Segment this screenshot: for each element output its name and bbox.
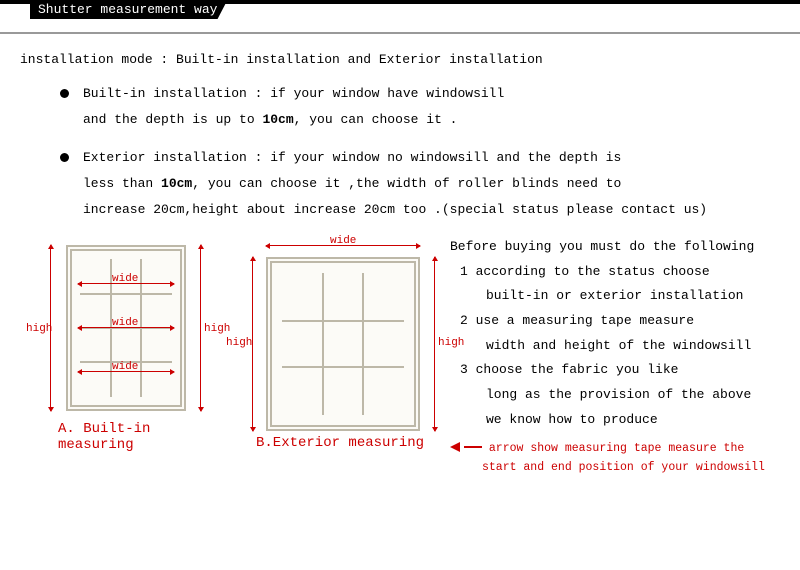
header-title-tab: Shutter measurement way <box>30 0 227 19</box>
content-area: installation mode : Built-in installatio… <box>0 34 800 478</box>
exterior-line2a: less than <box>83 176 161 191</box>
bullet-icon <box>60 153 69 162</box>
label-high-a-left: high <box>26 323 52 335</box>
step-2b: width and height of the windowsill <box>460 334 780 359</box>
label-wide-a-1: wide <box>112 273 138 285</box>
step-1b: built-in or exterior installation <box>460 284 780 309</box>
diagram-row: high high wide wide wide A. Built-in mea… <box>20 235 780 478</box>
label-wide-b: wide <box>330 235 356 247</box>
window-grid-b <box>282 273 404 415</box>
instructions-column: Before buying you must do the following … <box>450 235 780 478</box>
arrow-text-2: start and end position of your windowsil… <box>450 461 765 474</box>
dim-high-right-b <box>434 257 435 431</box>
bullet-icon <box>60 89 69 98</box>
diagram-a: high high wide wide wide A. Built-in mea… <box>30 235 230 478</box>
arrow-note: arrow show measuring tape measure the st… <box>450 439 780 478</box>
exterior-line2b: , you can choose it ,the width of roller… <box>192 176 621 191</box>
arrow-left-icon <box>450 442 460 452</box>
builtin-depth: 10cm <box>262 112 293 127</box>
label-wide-a-2: wide <box>112 317 138 329</box>
caption-b: B.Exterior measuring <box>256 435 424 451</box>
step-2: 2 use a measuring tape measure <box>460 309 780 334</box>
label-high-b-left: high <box>226 337 252 349</box>
label-wide-a-3: wide <box>112 361 138 373</box>
installation-mode-line: installation mode : Built-in installatio… <box>20 52 780 67</box>
exterior-line3: increase 20cm,height about increase 20cm… <box>60 197 780 223</box>
exterior-line1: Exterior installation : if your window n… <box>83 150 621 165</box>
builtin-line1: Built-in installation : if your window h… <box>83 86 504 101</box>
caption-a: A. Built-in measuring <box>58 421 230 453</box>
builtin-line2a: and the depth is up to <box>83 112 262 127</box>
window-frame-b <box>266 257 420 431</box>
step-1: 1 according to the status choose <box>460 260 780 285</box>
exterior-depth: 10cm <box>161 176 192 191</box>
arrow-line-icon <box>464 446 482 448</box>
dim-high-right-a <box>200 245 201 411</box>
exterior-block: Exterior installation : if your window n… <box>60 145 780 223</box>
step-3: 3 choose the fabric you like <box>460 358 780 383</box>
instructions-intro: Before buying you must do the following <box>450 235 780 260</box>
step-3c: we know how to produce <box>460 408 780 433</box>
diagram-b: wide high high B.Exterior measuring <box>230 235 450 478</box>
builtin-line2b: , you can choose it . <box>294 112 458 127</box>
builtin-block: Built-in installation : if your window h… <box>60 81 780 133</box>
arrow-text-1: arrow show measuring tape measure the <box>489 442 744 455</box>
header-bar: Shutter measurement way <box>0 0 800 34</box>
step-3b: long as the provision of the above <box>460 383 780 408</box>
label-high-a-right: high <box>204 323 230 335</box>
